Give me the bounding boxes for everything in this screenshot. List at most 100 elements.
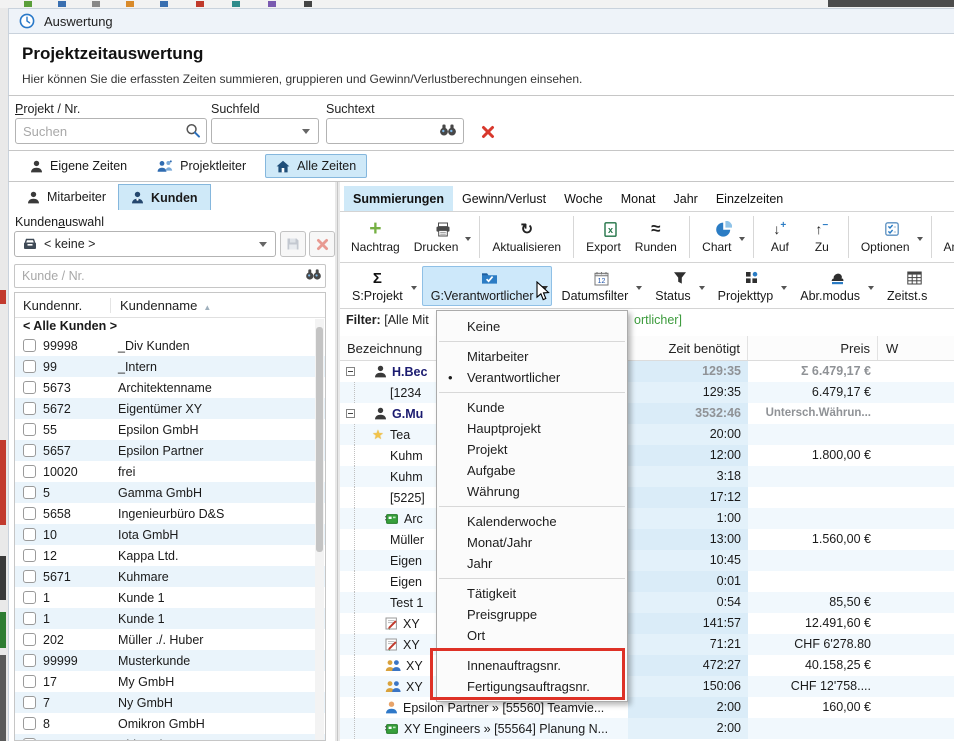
toolbar-button[interactable]: Zu xyxy=(801,218,843,256)
result-row[interactable]: H.Bec 129:35 Σ 6.479,17 € xyxy=(340,361,954,382)
menu-item[interactable]: Hauptprojekt xyxy=(437,418,627,439)
result-row[interactable]: Tea en 20:00 xyxy=(340,424,954,445)
result-row[interactable]: [1234 n... 129:35 6.479,17 € xyxy=(340,382,954,403)
result-row[interactable]: XY N... 141:57 12.491,60 € xyxy=(340,613,954,634)
scope-tab[interactable]: Projektleiter xyxy=(146,154,257,178)
customer-checkbox[interactable] xyxy=(23,339,36,352)
customer-checkbox[interactable] xyxy=(23,423,36,436)
column-header-preis[interactable]: Preis xyxy=(748,336,878,360)
dropdown-arrow[interactable] xyxy=(411,286,417,293)
customer-checkbox[interactable] xyxy=(23,486,36,499)
menu-item[interactable]: Kunde xyxy=(437,397,627,418)
customer-row[interactable]: 17 My GmbH xyxy=(15,671,325,692)
customer-row[interactable]: 1 Kunde 1 xyxy=(15,608,325,629)
customer-checkbox[interactable] xyxy=(23,570,36,583)
customer-row[interactable]: 55 Epsilon GmbH xyxy=(15,419,325,440)
customer-row[interactable]: 12 Kappa Ltd. xyxy=(15,545,325,566)
left-tab[interactable]: Mitarbeiter xyxy=(15,184,118,210)
search-field-select[interactable] xyxy=(211,118,319,144)
result-row[interactable]: Müller 13:00 1.560,00 € xyxy=(340,529,954,550)
customer-row[interactable]: 99999 Musterkunde xyxy=(15,650,325,671)
toolbar-button[interactable]: Ansicht xyxy=(937,218,954,256)
menu-item[interactable]: Projekt xyxy=(437,439,627,460)
customer-row[interactable]: 5657 Epsilon Partner xyxy=(15,440,325,461)
customer-list-scrollbar[interactable] xyxy=(315,319,324,740)
toolbar-button[interactable]: Nachtrag xyxy=(344,218,407,256)
customer-row[interactable]: 99998 _Div Kunden xyxy=(15,335,325,356)
customer-checkbox[interactable] xyxy=(23,654,36,667)
scope-tab[interactable]: Eigene Zeiten xyxy=(19,154,138,178)
customer-row[interactable]: 5 Gamma GmbH xyxy=(15,482,325,503)
view-tab[interactable]: Einzelzeiten xyxy=(707,186,792,211)
customer-row[interactable]: 5671 Kuhmare xyxy=(15,566,325,587)
toolbar-button[interactable]: x Export xyxy=(579,218,628,256)
customer-row[interactable]: 99 _Intern xyxy=(15,356,325,377)
menu-item[interactable]: Jahr xyxy=(437,553,627,574)
grouping-button[interactable]: Zeitst.s xyxy=(879,267,935,305)
view-tab[interactable]: Summierungen xyxy=(344,186,453,211)
toolbar-button[interactable]: Aktualisieren xyxy=(485,218,568,256)
result-row[interactable]: Test 1 0:54 85,50 € xyxy=(340,592,954,613)
expand-toggle[interactable] xyxy=(346,409,355,418)
left-tab[interactable]: Kunden xyxy=(118,184,211,210)
result-row[interactable]: Arc lh... 1:00 xyxy=(340,508,954,529)
clear-search-button[interactable] xyxy=(475,119,500,144)
result-row[interactable]: [5225] 17:12 xyxy=(340,487,954,508)
customer-checkbox[interactable] xyxy=(23,402,36,415)
menu-item[interactable]: Preisgruppe xyxy=(437,604,627,625)
result-row[interactable]: Epsilon Partner » [55560] Teamvie... 2:0… xyxy=(340,697,954,718)
grouping-button[interactable]: G:Verantwortlicher xyxy=(423,267,542,305)
view-tab[interactable]: Jahr xyxy=(665,186,707,211)
column-header-kundennr[interactable]: Kundennr. xyxy=(15,298,111,313)
result-row[interactable]: Kuhm n ... 12:00 1.800,00 € xyxy=(340,445,954,466)
customer-checkbox[interactable] xyxy=(23,633,36,646)
customer-checkbox[interactable] xyxy=(23,507,36,520)
customer-checkbox[interactable] xyxy=(23,612,36,625)
menu-item[interactable]: Monat/Jahr xyxy=(437,532,627,553)
customer-row[interactable]: 7 Ny GmbH xyxy=(15,692,325,713)
customer-checkbox[interactable] xyxy=(23,675,36,688)
dropdown-arrow[interactable] xyxy=(465,237,471,244)
grouping-button[interactable]: Projekttyp xyxy=(710,267,782,305)
save-selection-button[interactable] xyxy=(280,231,306,257)
customer-row[interactable]: 5672 Eigentümer XY xyxy=(15,398,325,419)
dropdown-arrow[interactable] xyxy=(868,286,874,293)
customer-checkbox[interactable] xyxy=(23,381,36,394)
clear-selection-button[interactable] xyxy=(309,231,335,257)
customer-checkbox[interactable] xyxy=(23,696,36,709)
customer-row[interactable]: 10 Iota GmbH xyxy=(15,524,325,545)
grouping-button[interactable]: Abr.modus xyxy=(792,267,868,305)
menu-item[interactable]: Ort xyxy=(437,625,627,646)
customer-row[interactable]: 10020 frei xyxy=(15,461,325,482)
customer-checkbox[interactable] xyxy=(23,591,36,604)
column-header-zeit[interactable]: Zeit benötigt xyxy=(628,336,748,360)
scrollbar-thumb[interactable] xyxy=(316,327,323,552)
project-search-input[interactable] xyxy=(15,118,207,144)
result-row[interactable]: G.Mu 3532:46 Untersch.Währun... xyxy=(340,403,954,424)
all-customers-row[interactable]: < Alle Kunden > xyxy=(15,318,325,335)
customer-row[interactable]: 8 Omikron GmbH xyxy=(15,713,325,734)
view-tab[interactable]: Monat xyxy=(612,186,665,211)
customer-row[interactable]: 202 Müller ./. Huber xyxy=(15,629,325,650)
customer-checkbox[interactable] xyxy=(23,444,36,457)
customer-row[interactable]: 5673 Architektenname xyxy=(15,377,325,398)
customer-checkbox[interactable] xyxy=(23,528,36,541)
customer-checkbox[interactable] xyxy=(23,360,36,373)
result-row[interactable]: Eigen es... 0:01 xyxy=(340,571,954,592)
grouping-button[interactable]: 12 Datumsfilter xyxy=(554,267,637,305)
menu-item[interactable]: Mitarbeiter xyxy=(437,346,627,367)
menu-item[interactable]: Tätigkeit xyxy=(437,583,627,604)
toolbar-button[interactable]: Drucken xyxy=(407,218,466,256)
scope-tab[interactable]: Alle Zeiten xyxy=(265,154,367,178)
menu-item[interactable]: Verantwortlicher xyxy=(437,367,627,388)
result-row[interactable]: Eigen es... 10:45 xyxy=(340,550,954,571)
customer-checkbox[interactable] xyxy=(23,717,36,730)
customer-row[interactable]: 5658 Ingenieurbüro D&S xyxy=(15,503,325,524)
customer-checkbox[interactable] xyxy=(23,549,36,562)
dropdown-arrow[interactable] xyxy=(781,286,787,293)
customer-selection-select[interactable]: < keine > xyxy=(14,231,276,257)
column-header-waehrung[interactable]: W xyxy=(878,336,954,360)
dropdown-arrow[interactable] xyxy=(917,237,923,244)
menu-item[interactable]: Aufgabe xyxy=(437,460,627,481)
toolbar-button[interactable]: Runden xyxy=(628,218,684,256)
